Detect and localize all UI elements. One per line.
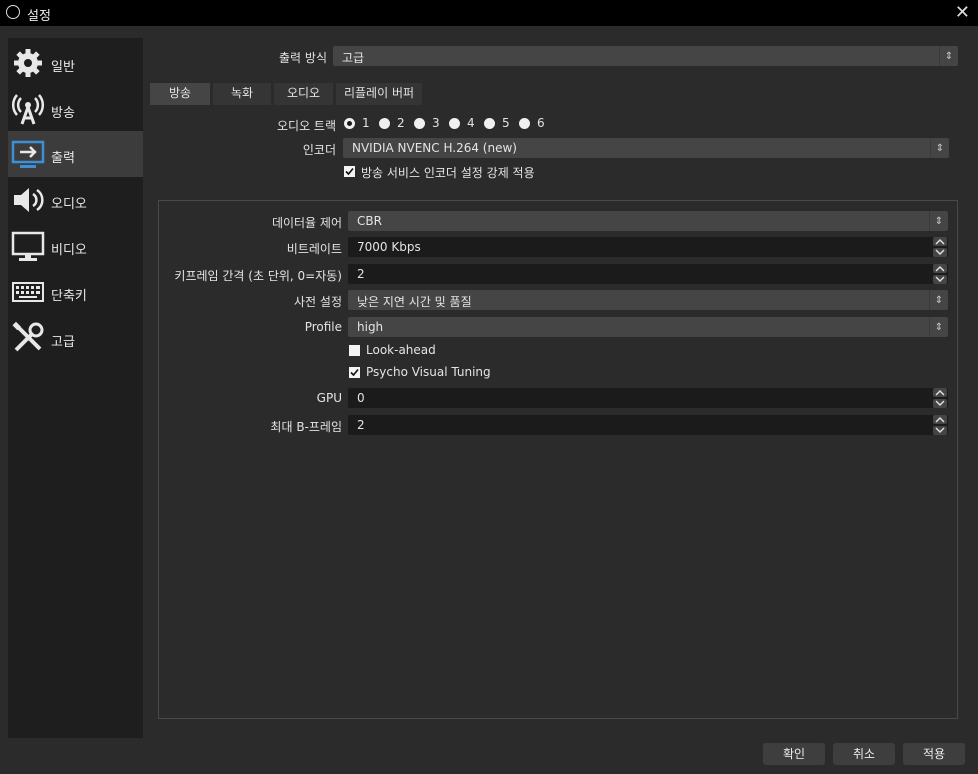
ok-button[interactable]: 확인 bbox=[763, 743, 825, 765]
profile-label: Profile bbox=[304, 320, 342, 334]
encoder-label: 인코더 bbox=[302, 143, 336, 157]
speaker-icon bbox=[14, 188, 44, 212]
bitrate-spinbox[interactable]: 7000 Kbps bbox=[348, 237, 948, 257]
sidebar-item-general[interactable]: 일반 bbox=[8, 40, 143, 86]
window-title: 설정 bbox=[27, 9, 51, 24]
tab-replay-buffer[interactable]: 리플레이 버퍼 bbox=[336, 83, 422, 105]
output-monitor-icon bbox=[11, 140, 45, 168]
audio-track-label: 오디오 트랙 bbox=[276, 119, 336, 133]
updown-arrow-icon: ⇕ bbox=[939, 46, 958, 66]
sidebar-item-advanced[interactable]: 고급 bbox=[8, 315, 143, 361]
psycho-visual-tuning-checkbox[interactable] bbox=[349, 367, 360, 378]
checkmark-icon bbox=[350, 368, 359, 377]
sidebar-item-stream[interactable]: 방송 bbox=[8, 86, 143, 132]
psycho-visual-tuning-label: Psycho Visual Tuning bbox=[366, 365, 491, 379]
apply-button[interactable]: 적용 bbox=[903, 743, 965, 765]
lookahead-label: Look-ahead bbox=[366, 343, 436, 357]
tab-recording[interactable]: 녹화 bbox=[213, 83, 271, 105]
updown-arrow-icon: ⇕ bbox=[930, 138, 949, 158]
title-bar: 설정 ✕ bbox=[0, 0, 978, 26]
max-bframes-label: 최대 B-프레임 bbox=[270, 420, 342, 434]
sidebar-item-label: 고급 bbox=[51, 335, 75, 350]
gpu-label: GPU bbox=[316, 391, 342, 405]
output-mode-label: 출력 방식 bbox=[279, 51, 327, 65]
preset-select[interactable]: 낮은 지연 시간 및 품질 ⇕ bbox=[348, 290, 948, 310]
gear-icon bbox=[14, 49, 42, 77]
bitrate-label: 비트레이트 bbox=[286, 242, 342, 256]
spin-up-icon[interactable] bbox=[933, 388, 947, 397]
broadcast-icon bbox=[12, 94, 44, 125]
spin-down-icon[interactable] bbox=[933, 399, 947, 408]
keyframe-interval-label: 키프레임 간격 (초 단위, 0=자동) bbox=[174, 269, 342, 283]
tools-icon bbox=[12, 321, 44, 352]
sidebar-item-label: 방송 bbox=[51, 106, 75, 121]
lookahead-checkbox[interactable] bbox=[349, 345, 360, 356]
sidebar-item-audio[interactable]: 오디오 bbox=[8, 177, 143, 223]
updown-arrow-icon: ⇕ bbox=[929, 290, 948, 310]
monitor-icon bbox=[11, 231, 45, 261]
keyframe-interval-spinbox[interactable]: 2 bbox=[348, 264, 948, 284]
rate-control-label: 데이터율 제어 bbox=[271, 216, 342, 230]
sidebar-item-output[interactable]: 출력 bbox=[8, 131, 143, 177]
gpu-spinbox[interactable]: 0 bbox=[348, 388, 948, 408]
spin-down-icon[interactable] bbox=[933, 426, 947, 435]
spin-up-icon[interactable] bbox=[933, 237, 947, 246]
output-mode-select[interactable]: 고급 ⇕ bbox=[333, 46, 958, 66]
spin-down-icon[interactable] bbox=[933, 275, 947, 284]
tab-stream[interactable]: 방송 bbox=[150, 83, 210, 105]
tab-audio[interactable]: 오디오 bbox=[274, 83, 333, 105]
obs-logo-icon bbox=[6, 5, 20, 19]
preset-label: 사전 설정 bbox=[294, 295, 342, 309]
spin-up-icon[interactable] bbox=[933, 415, 947, 424]
spin-up-icon[interactable] bbox=[933, 264, 947, 273]
settings-sidebar: 일반 방송 출력 오디오 비디오 단축키 고급 bbox=[8, 38, 143, 738]
encoder-select[interactable]: NVIDIA NVENC H.264 (new) ⇕ bbox=[343, 138, 949, 158]
sidebar-item-video[interactable]: 비디오 bbox=[8, 223, 143, 269]
rate-control-select[interactable]: CBR ⇕ bbox=[348, 211, 948, 231]
enforce-encoder-label: 방송 서비스 인코더 설정 강제 적용 bbox=[361, 166, 535, 180]
max-bframes-spinbox[interactable]: 2 bbox=[348, 415, 948, 435]
sidebar-item-label: 오디오 bbox=[51, 197, 87, 212]
sidebar-item-label: 일반 bbox=[51, 60, 75, 75]
spin-down-icon[interactable] bbox=[933, 248, 947, 257]
keyboard-icon bbox=[12, 282, 44, 302]
sidebar-item-hotkeys[interactable]: 단축키 bbox=[8, 269, 143, 315]
close-icon[interactable]: ✕ bbox=[955, 2, 970, 23]
profile-select[interactable]: high ⇕ bbox=[348, 317, 948, 337]
sidebar-item-label: 출력 bbox=[51, 151, 75, 166]
sidebar-item-label: 비디오 bbox=[51, 243, 87, 258]
checkmark-icon bbox=[345, 167, 354, 176]
cancel-button[interactable]: 취소 bbox=[833, 743, 895, 765]
updown-arrow-icon: ⇕ bbox=[929, 211, 948, 231]
updown-arrow-icon: ⇕ bbox=[929, 317, 948, 337]
enforce-encoder-checkbox[interactable] bbox=[344, 166, 355, 177]
sidebar-item-label: 단축키 bbox=[51, 289, 87, 304]
